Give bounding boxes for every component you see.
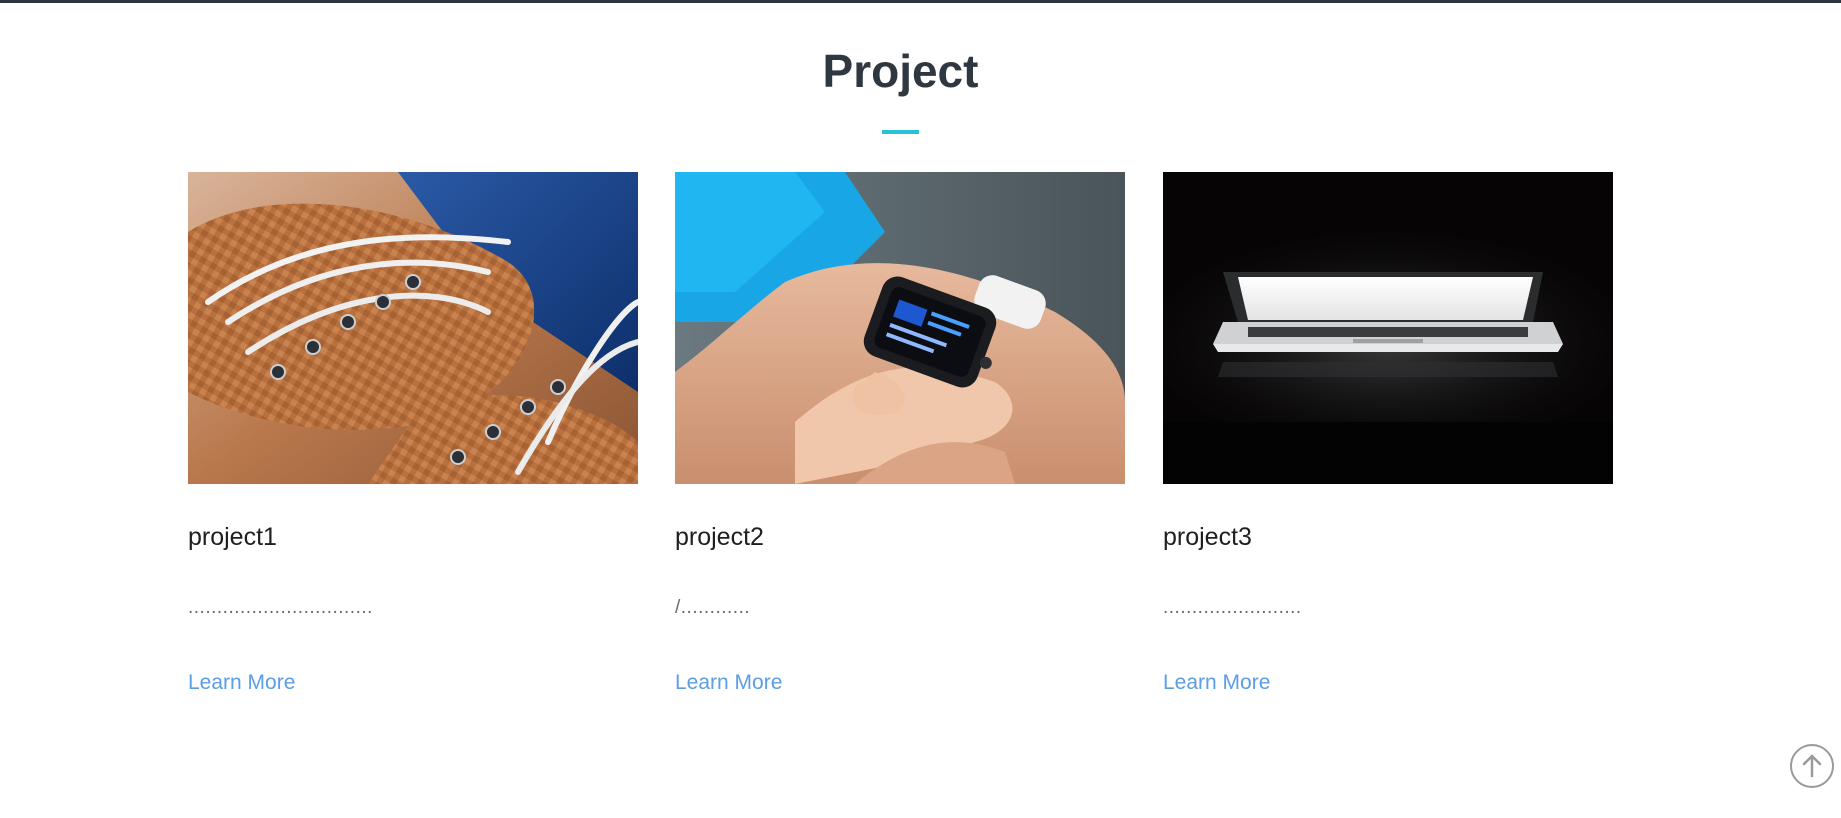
top-border — [0, 0, 1841, 3]
project-image-smartwatch[interactable] — [675, 172, 1125, 484]
project-description: ........................ — [1163, 597, 1302, 618]
project-card-2: project2 /............ Learn More — [675, 172, 1125, 694]
project-card-3: project3 ........................ Learn … — [1163, 172, 1613, 694]
scroll-to-top-button[interactable] — [1790, 744, 1834, 788]
arrow-up-icon — [1802, 754, 1822, 778]
title-underline — [882, 130, 919, 134]
project-title: project1 — [188, 523, 277, 551]
project-title: project2 — [675, 523, 764, 551]
project-description: /............ — [675, 597, 751, 618]
project-image-laptop[interactable] — [1163, 172, 1613, 484]
project-card-1: project1 ...............................… — [188, 172, 638, 694]
learn-more-link[interactable]: Learn More — [1163, 670, 1270, 696]
project-title: project3 — [1163, 523, 1252, 551]
learn-more-link[interactable]: Learn More — [675, 670, 782, 696]
project-image-shoes[interactable] — [188, 172, 638, 484]
learn-more-link[interactable]: Learn More — [188, 670, 295, 696]
section-title: Project — [822, 45, 979, 97]
project-description: ................................ — [188, 597, 373, 618]
